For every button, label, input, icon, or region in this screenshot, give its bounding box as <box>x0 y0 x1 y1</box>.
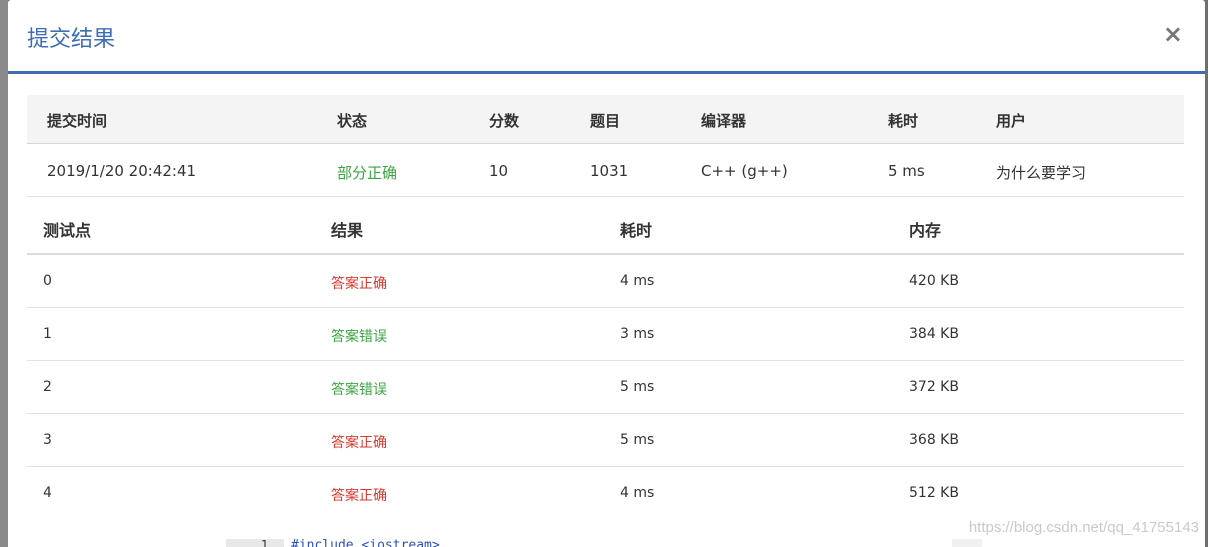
background-page-edge <box>0 0 8 547</box>
code-gutter <box>226 539 284 547</box>
header-submit-time: 提交时间 <box>47 112 108 130</box>
code-scroll-area <box>952 539 982 547</box>
test-memory: 384 KB <box>909 326 959 342</box>
header-cost: 耗时 <box>888 112 919 130</box>
code-line-number: 1 <box>261 538 269 547</box>
submit-time: 2019/1/20 20:42:41 <box>47 162 197 180</box>
user-name: 为什么要学习 <box>996 164 1087 182</box>
test-cost: 4 ms <box>620 485 655 501</box>
test-result: 答案正确 <box>331 488 387 504</box>
test-cases-table: 测试点 结果 耗时 内存 0 答案正确 4 ms 420 KB 1 答案错误 3… <box>27 198 1184 520</box>
header-score: 分数 <box>489 112 520 130</box>
test-memory: 368 KB <box>909 432 959 448</box>
summary-row: 2019/1/20 20:42:41 部分正确 10 1031 C++ (g++… <box>27 144 1184 197</box>
test-result: 答案错误 <box>331 382 387 398</box>
test-memory: 420 KB <box>909 273 959 289</box>
header-memory: 内存 <box>909 221 942 240</box>
cost-value: 5 ms <box>888 162 925 180</box>
header-user: 用户 <box>996 112 1027 130</box>
test-case-id: 0 <box>43 273 52 289</box>
table-row: 2 答案错误 5 ms 372 KB <box>27 361 1184 414</box>
header-compiler: 编译器 <box>701 112 747 130</box>
test-result: 答案正确 <box>331 435 387 451</box>
watermark: https://blog.csdn.net/qq_41755143 <box>968 519 1199 536</box>
test-result: 答案正确 <box>331 276 387 292</box>
table-row: 3 答案正确 5 ms 368 KB <box>27 414 1184 467</box>
header-result: 结果 <box>331 221 364 240</box>
header-status: 状态 <box>337 112 368 130</box>
test-cost: 5 ms <box>620 379 655 395</box>
header-test-case: 测试点 <box>43 221 92 240</box>
table-row: 0 答案正确 4 ms 420 KB <box>27 255 1184 308</box>
test-cost: 5 ms <box>620 432 655 448</box>
header-problem: 题目 <box>590 112 621 130</box>
compiler-name: C++ (g++) <box>701 162 788 180</box>
status-badge: 部分正确 <box>337 164 398 182</box>
submission-summary-table: 提交时间 状态 分数 题目 编译器 耗时 用户 2019/1/20 20:42:… <box>27 95 1184 197</box>
test-case-id: 4 <box>43 485 52 501</box>
test-case-id: 2 <box>43 379 52 395</box>
test-cost: 4 ms <box>620 273 655 289</box>
test-memory: 372 KB <box>909 379 959 395</box>
test-cost: 3 ms <box>620 326 655 342</box>
table-row: 4 答案正确 4 ms 512 KB <box>27 467 1184 520</box>
modal-title: 提交结果 <box>27 27 116 52</box>
test-memory: 512 KB <box>909 485 959 501</box>
header-test-cost: 耗时 <box>620 221 653 240</box>
test-result: 答案错误 <box>331 329 387 345</box>
table-row: 1 答案错误 3 ms 384 KB <box>27 308 1184 361</box>
summary-header-row: 提交时间 状态 分数 题目 编译器 耗时 用户 <box>27 95 1184 144</box>
close-button[interactable]: × <box>1163 22 1183 46</box>
test-case-id: 1 <box>43 326 52 342</box>
test-case-id: 3 <box>43 432 52 448</box>
tests-header-row: 测试点 结果 耗时 内存 <box>27 198 1184 255</box>
submission-result-modal: 提交结果 × 提交时间 状态 分数 题目 编译器 耗时 用户 2019/1/20… <box>8 0 1205 547</box>
problem-id: 1031 <box>590 162 629 180</box>
modal-header: 提交结果 × <box>8 0 1205 74</box>
score-value: 10 <box>489 162 509 180</box>
code-line-text: #include <iostream> <box>291 538 440 547</box>
